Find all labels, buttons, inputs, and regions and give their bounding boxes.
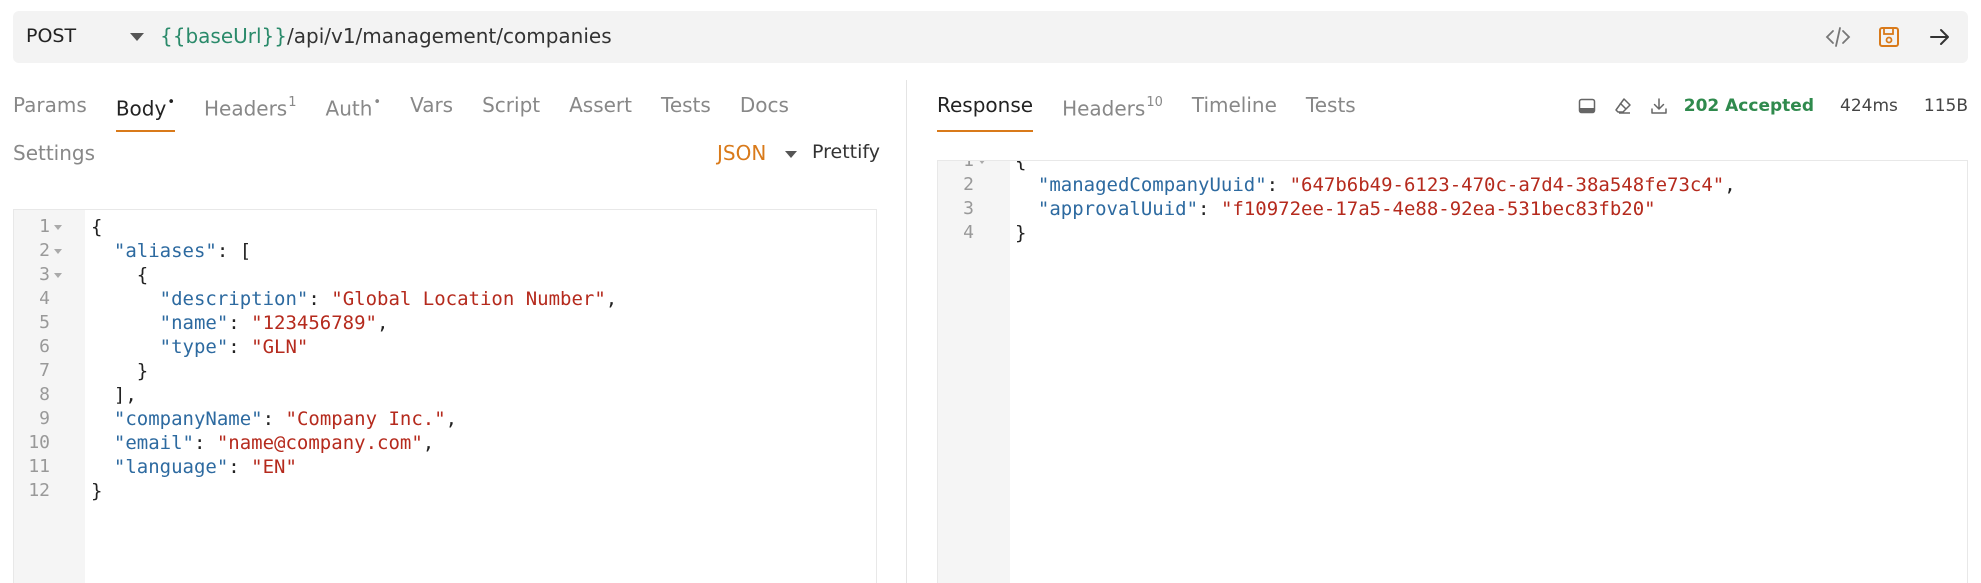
- chevron-down-icon[interactable]: [130, 33, 144, 41]
- fold-toggle-icon[interactable]: [54, 225, 62, 230]
- tab-script[interactable]: Script: [482, 90, 540, 132]
- tab-label: Auth: [325, 96, 373, 121]
- tab-body[interactable]: Body•: [115, 90, 176, 132]
- tab-label: Params: [13, 93, 87, 117]
- code-text: }: [1015, 222, 1027, 244]
- body-mode-selector[interactable]: JSON: [717, 141, 766, 165]
- tab-headers[interactable]: Headers1: [204, 90, 297, 132]
- eraser-icon[interactable]: [1612, 95, 1634, 117]
- prettify-button[interactable]: Prettify: [812, 141, 880, 163]
- response-tab-tests[interactable]: Tests: [1306, 90, 1356, 132]
- code-line: 12}: [14, 476, 876, 506]
- tab-badge: 1: [288, 95, 297, 110]
- response-tabs: Response Headers10 Timeline Tests: [937, 90, 1385, 132]
- url-actions: [1824, 23, 1954, 51]
- tab-tests[interactable]: Tests: [661, 90, 711, 132]
- url-bar: POST {{baseUrl}}/api/v1/management/compa…: [13, 11, 1968, 63]
- pane-divider[interactable]: [906, 80, 907, 583]
- download-icon[interactable]: [1648, 95, 1670, 117]
- tab-label: Headers: [203, 96, 288, 121]
- tab-label: Script: [482, 93, 541, 117]
- tab-label: Response: [937, 93, 1034, 117]
- tab-docs[interactable]: Docs: [740, 90, 789, 132]
- tab-assert[interactable]: Assert: [569, 90, 632, 132]
- url-variable: {{baseUrl}}: [160, 24, 287, 48]
- tab-label: Docs: [739, 93, 789, 117]
- response-tab-headers[interactable]: Headers10: [1062, 90, 1163, 132]
- tab-settings[interactable]: Settings: [13, 141, 95, 165]
- response-tab-response[interactable]: Response: [937, 90, 1034, 132]
- save-icon[interactable]: [1875, 23, 1903, 51]
- tab-label: Headers: [1062, 96, 1146, 121]
- tab-label: Tests: [661, 93, 711, 117]
- fold-toggle-icon[interactable]: [978, 161, 986, 164]
- layout-icon[interactable]: [1576, 95, 1598, 117]
- tab-params[interactable]: Params: [13, 90, 87, 132]
- request-tabs: Params Body• Headers1 Auth• Vars Script Assert…: [13, 90, 818, 132]
- code-line: 4}: [938, 218, 1967, 248]
- tab-auth[interactable]: Auth•: [326, 90, 382, 132]
- arrow-right-icon[interactable]: [1926, 23, 1954, 51]
- response-tab-timeline[interactable]: Timeline: [1192, 90, 1277, 132]
- method-selector[interactable]: POST: [26, 25, 76, 47]
- response-status-bar: 202 Accepted 424ms 115B: [1576, 93, 1968, 119]
- code-text: }: [91, 480, 103, 502]
- line-number: 4: [963, 222, 974, 243]
- tab-vars[interactable]: Vars: [410, 90, 453, 132]
- code-icon[interactable]: [1824, 23, 1852, 51]
- tab-label: Tests: [1305, 93, 1356, 117]
- fold-toggle-icon[interactable]: [54, 249, 62, 254]
- tab-label: Assert: [569, 93, 632, 117]
- status-badge: 202 Accepted: [1683, 96, 1814, 116]
- tab-label: Timeline: [1191, 93, 1277, 117]
- tab-badge: •: [373, 95, 382, 110]
- line-number: 12: [28, 480, 50, 501]
- tab-badge: •: [167, 95, 175, 110]
- response-size: 115B: [1923, 96, 1968, 116]
- fold-toggle-icon[interactable]: [54, 273, 62, 278]
- request-body-editor[interactable]: 1{2 "aliases": [3 {4 "description": "Glo…: [13, 209, 877, 583]
- url-path: /api/v1/management/companies: [287, 24, 612, 48]
- tab-badge: 10: [1146, 95, 1163, 110]
- chevron-down-icon[interactable]: [785, 151, 797, 158]
- tab-label: Body: [115, 96, 167, 121]
- tab-label: Vars: [410, 93, 454, 117]
- url-input[interactable]: {{baseUrl}}/api/v1/management/companies: [160, 24, 612, 48]
- response-time: 424ms: [1840, 96, 1898, 116]
- response-body-viewer[interactable]: 1{2 "managedCompanyUuid": "647b6b49-6123…: [937, 160, 1968, 583]
